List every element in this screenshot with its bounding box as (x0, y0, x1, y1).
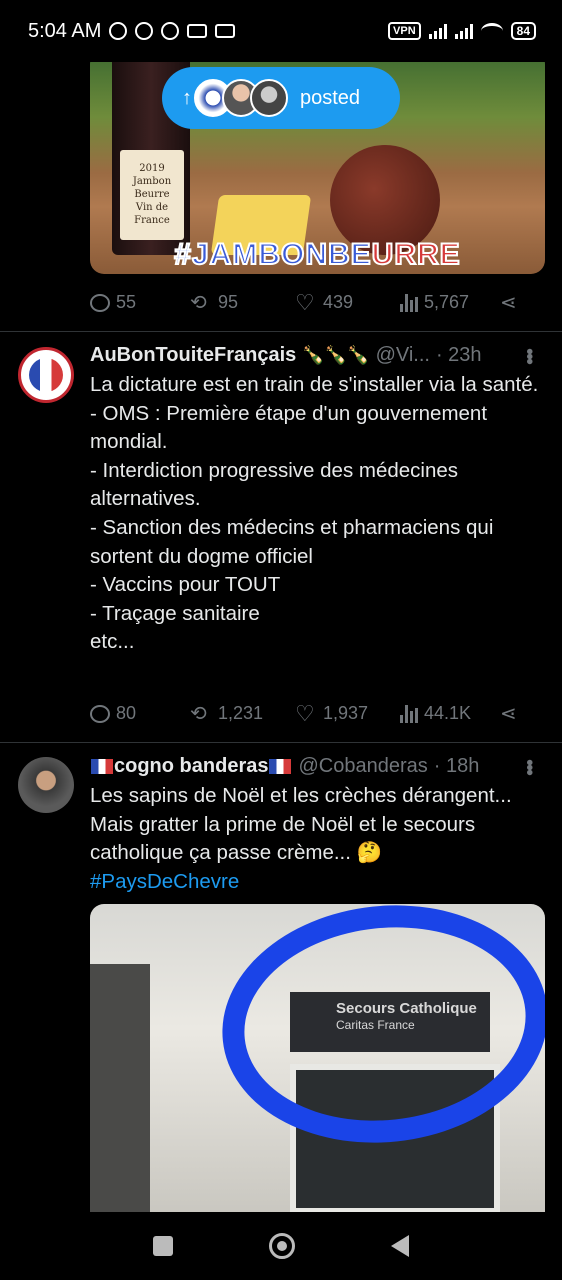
post-image-secours-catholique[interactable]: Secours Catholique Caritas France (90, 904, 545, 1214)
post-actions: 55 ⟲ 95 ♡ 439 5,767 ⋖ (90, 289, 530, 315)
repost-count: 1,231 (218, 703, 264, 723)
share-icon: ⋖ (500, 702, 517, 725)
divider (0, 331, 562, 332)
views-button[interactable]: 44.1K (400, 703, 500, 724)
navigation-bar (0, 1212, 562, 1280)
vpn-icon: VPN (388, 22, 421, 40)
window (90, 964, 150, 1214)
timestamp[interactable]: · 23h (436, 344, 482, 367)
image-hashtag-part2: URRE (371, 237, 461, 272)
alarm-icon (135, 22, 154, 40)
divider (0, 742, 562, 743)
display-name[interactable]: cogno banderas (114, 755, 268, 778)
tweet-header: AuBonTouiteFrançais 🍾🍾🍾 @Vi... · 23h ••• (90, 344, 540, 367)
display-name[interactable]: AuBonTouiteFrançais (90, 344, 296, 367)
views-count: 44.1K (424, 703, 472, 723)
handle[interactable]: @Cobanderas (298, 755, 427, 778)
signal-icon-2 (454, 23, 473, 39)
wifi-icon (480, 23, 503, 39)
like-button[interactable]: ♡ 439 (295, 289, 400, 315)
heart-icon: ♡ (295, 700, 315, 726)
avatar[interactable] (18, 347, 74, 403)
avatar[interactable] (18, 757, 74, 813)
views-button[interactable]: 5,767 (400, 292, 500, 313)
repost-count: 95 (218, 292, 239, 312)
french-flag-icon (269, 759, 292, 774)
reply-icon (90, 704, 110, 723)
tweet-actions: 80 ⟲ 1,231 ♡ 1,937 44.1K ⋖ (90, 700, 530, 726)
repost-button[interactable]: ⟲ 1,231 (190, 703, 295, 724)
mute-icon (109, 22, 128, 40)
arrow-up-icon: ↑ (182, 86, 192, 109)
name-emoji: 🍾🍾🍾 (302, 345, 370, 365)
timestamp[interactable]: · 18h (434, 755, 480, 778)
battery-icon: 84 (510, 22, 536, 40)
share-button[interactable]: ⋖ (500, 704, 522, 724)
like-count: 1,937 (323, 703, 369, 723)
reply-button[interactable]: 80 (90, 703, 190, 724)
heart-icon: ♡ (295, 289, 315, 315)
share-button[interactable]: ⋖ (500, 293, 522, 313)
reply-count: 80 (116, 703, 137, 723)
tweet-header: cogno banderas @Cobanderas · 18h ••• (90, 755, 540, 778)
views-icon (400, 293, 418, 312)
app-notification-icon (161, 22, 180, 40)
recent-apps-icon[interactable] (153, 1236, 173, 1256)
notification-icons (109, 22, 236, 40)
france-badge-icon (29, 358, 63, 392)
status-bar: 5:04 AM VPN 84 (0, 0, 562, 62)
tweet-text: La dictature est en train de s'installer… (90, 373, 539, 654)
more-options-icon[interactable]: ••• (517, 348, 540, 363)
views-icon (400, 704, 418, 723)
like-count: 439 (323, 292, 354, 312)
repost-icon: ⟲ (190, 291, 207, 314)
image-hashtag: #JAMBONBEURRE (90, 237, 545, 272)
avatar (250, 79, 288, 117)
reply-icon (90, 293, 110, 312)
like-button[interactable]: ♡ 1,937 (295, 700, 400, 726)
bottle-label: 2019 Jambon Beurre Vin de France (120, 150, 184, 240)
posted-label: posted (300, 86, 361, 109)
trash-icon (215, 24, 236, 38)
handle[interactable]: @Vi... (376, 344, 430, 367)
hashtag-link[interactable]: #PaysDeChevre (90, 868, 540, 897)
repost-icon: ⟲ (190, 702, 207, 725)
share-icon: ⋖ (500, 291, 517, 314)
new-posts-pill[interactable]: ↑ posted (162, 67, 400, 129)
signal-icon (428, 23, 447, 39)
home-icon[interactable] (269, 1233, 295, 1259)
back-icon[interactable] (391, 1235, 409, 1257)
image-hashtag-part1: #JAMBONBE (173, 237, 372, 272)
views-count: 5,767 (424, 292, 470, 312)
french-flag-icon (91, 759, 113, 774)
reply-button[interactable]: 55 (90, 292, 190, 313)
video-icon (187, 24, 208, 38)
more-options-icon[interactable]: ••• (517, 759, 540, 774)
reply-count: 55 (116, 292, 137, 312)
tweet-text: Les sapins de Noël et les crèches dérang… (90, 784, 512, 865)
repost-button[interactable]: ⟲ 95 (190, 292, 295, 313)
status-time: 5:04 AM (28, 19, 102, 42)
